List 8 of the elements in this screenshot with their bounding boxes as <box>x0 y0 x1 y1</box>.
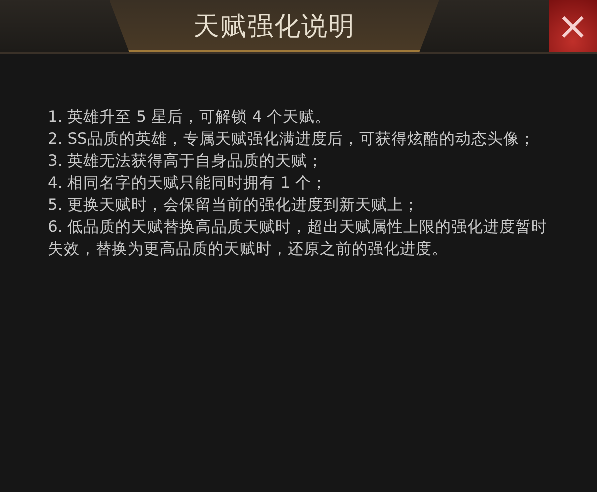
window-title: 天赋强化说明 <box>194 10 356 44</box>
rule-text: 2. SS品质的英雄，专属天赋强化满进度后，可获得炫酷的动态头像； <box>48 129 536 150</box>
rule-text: 1. 英雄升至 5 星后，可解锁 4 个天赋。 <box>48 107 332 128</box>
rule-text: 4. 相同名字的天赋只能同时拥有 1 个； <box>48 173 328 194</box>
rule-text: 3. 英雄无法获得高于自身品质的天赋； <box>48 151 325 172</box>
rule-text: 6. 低品质的天赋替换高品质天赋时，超出天赋属性上限的强化进度暂时失效，替换为更高品质的天赋时，还原之前的强化进度。 <box>48 217 548 260</box>
close-button[interactable]: × <box>549 0 597 52</box>
rule-text: 5. 更换天赋时，会保留当前的强化进度到新天赋上； <box>48 195 421 216</box>
